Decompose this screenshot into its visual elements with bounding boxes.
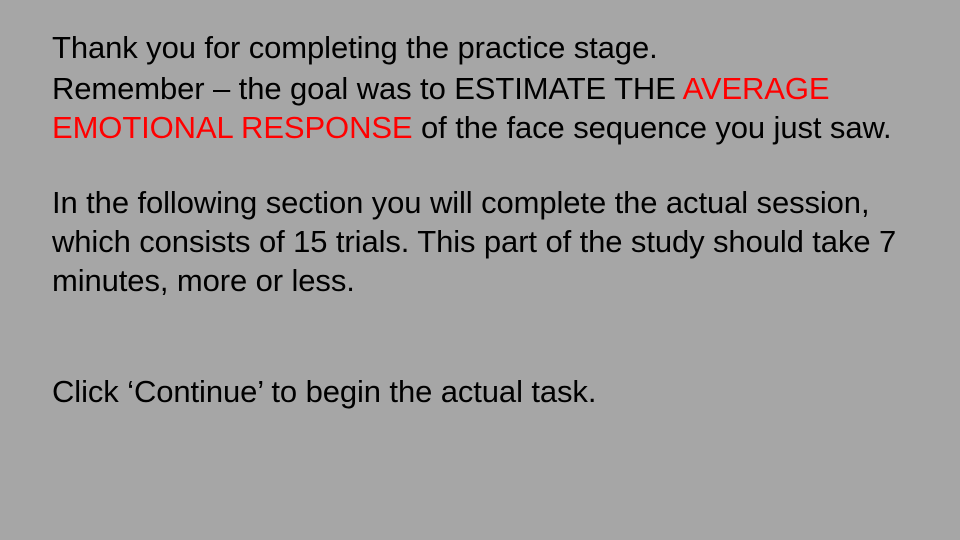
- session-info-text: In the following section you will comple…: [52, 185, 897, 298]
- thank-you-text: Thank you for completing the practice st…: [52, 30, 658, 65]
- continue-instruction-text: Click ‘Continue’ to begin the actual tas…: [52, 374, 597, 409]
- goal-reminder-end: of the face sequence you just saw.: [412, 110, 892, 145]
- instruction-slide: Thank you for completing the practice st…: [52, 28, 932, 411]
- goal-reminder-start: Remember – the goal was to ESTIMATE THE: [52, 71, 683, 106]
- goal-reminder-text: Remember – the goal was to ESTIMATE THE …: [52, 69, 932, 147]
